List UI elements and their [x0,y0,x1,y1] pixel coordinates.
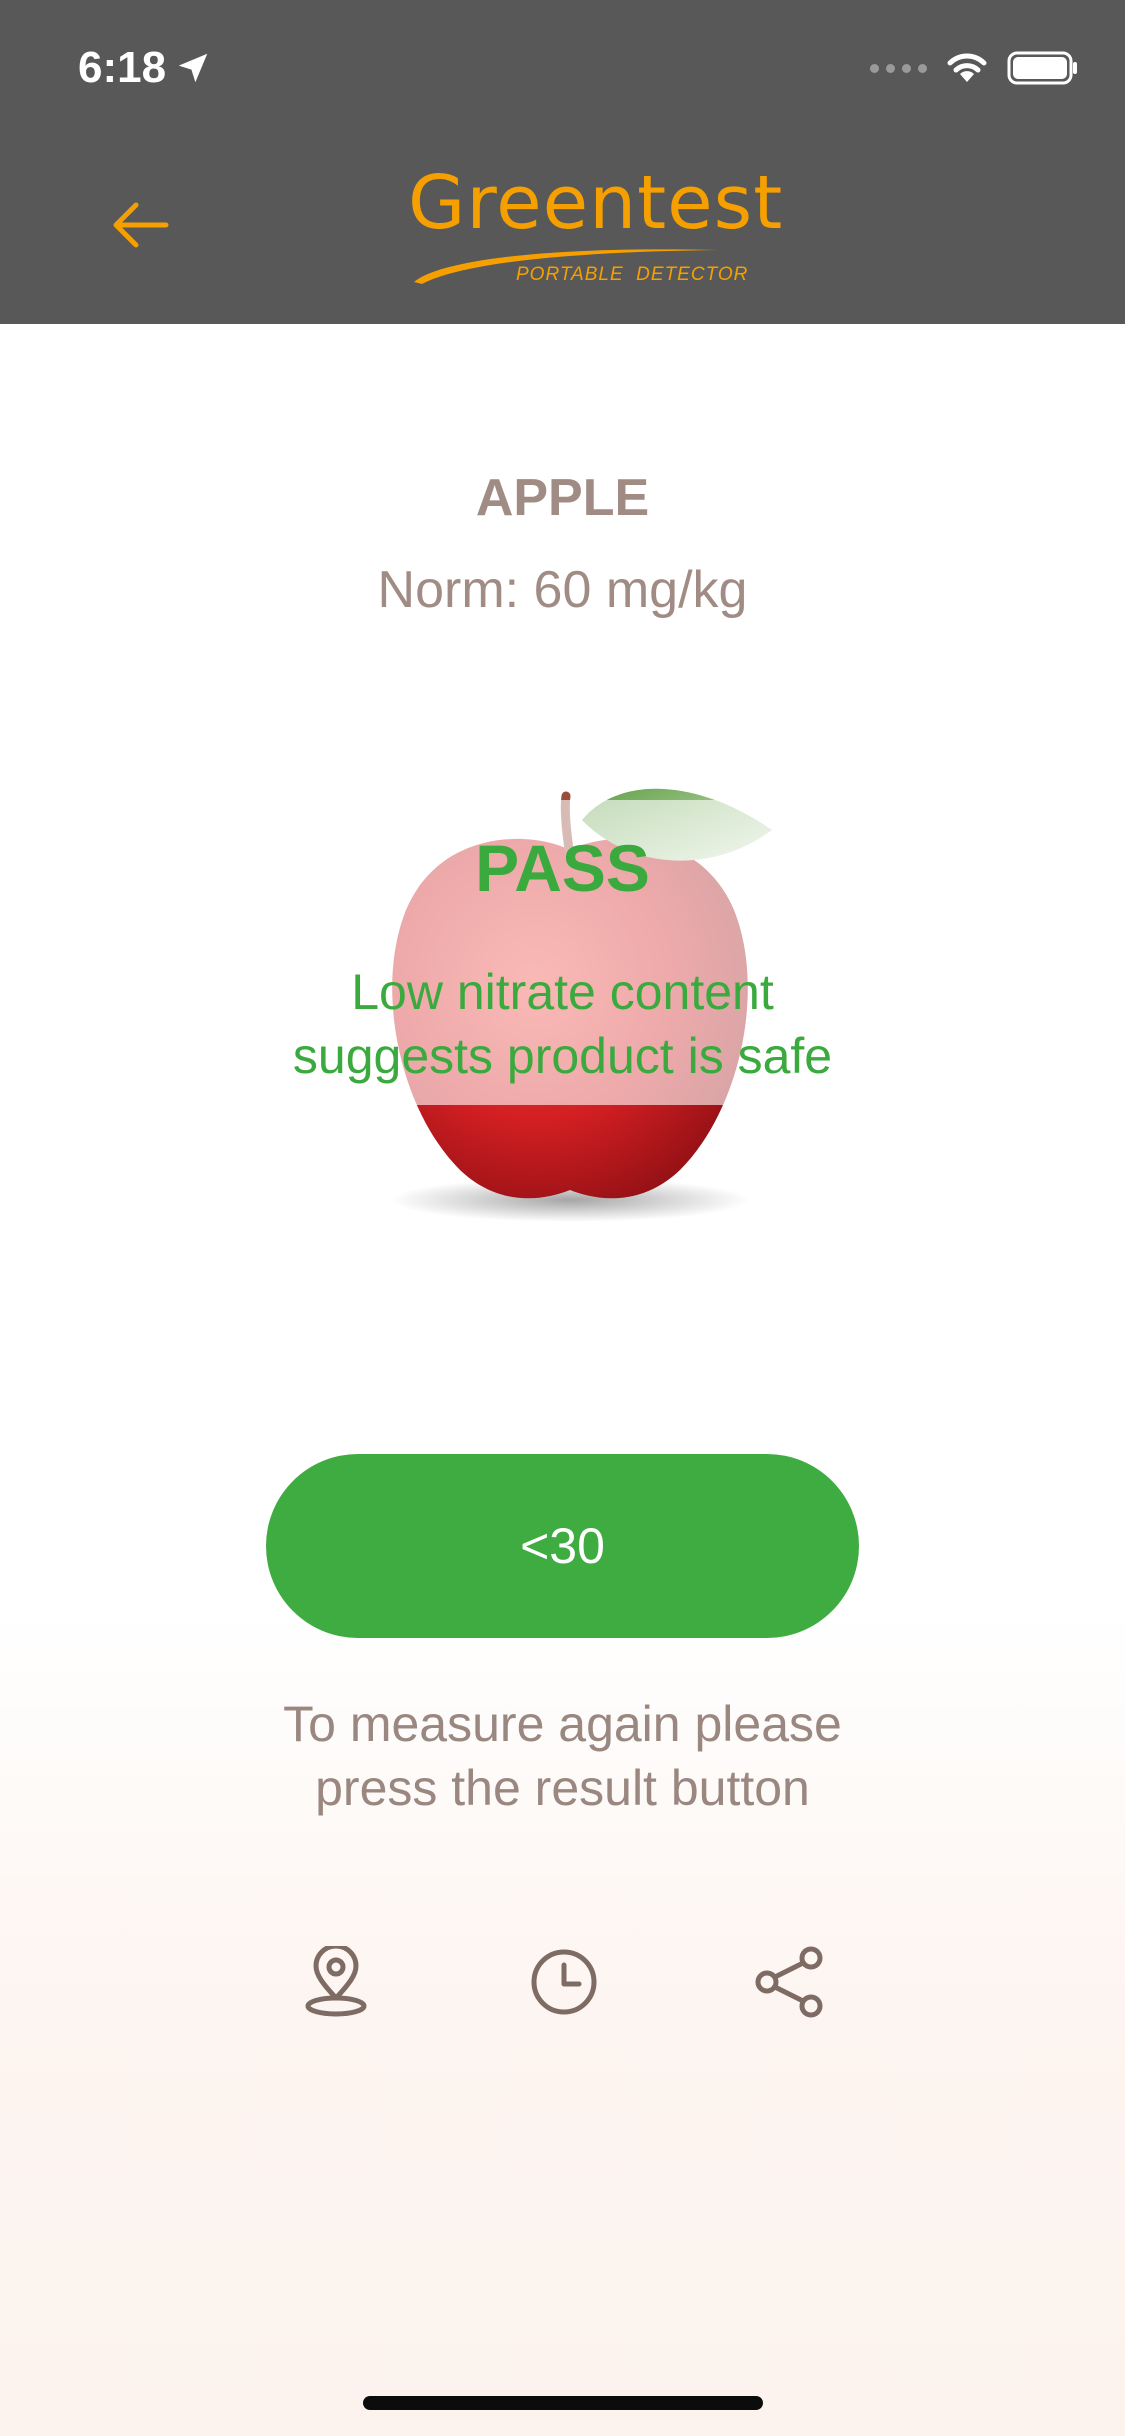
history-button[interactable] [528,1946,600,2018]
app-header: 6:18 Greentest PORTABLE DETECTOR [0,0,1125,324]
result-message: Low nitrate content suggests product is … [0,960,1125,1088]
location-button[interactable] [300,1946,372,2018]
wifi-icon [947,53,987,82]
result-status: PASS [475,831,650,905]
home-indicator[interactable] [363,2396,763,2410]
share-button[interactable] [753,1946,825,2018]
product-norm: Norm: 60 mg/kg [377,561,748,619]
hint-line1: To measure again please [283,1696,842,1752]
result-value: <30 [520,1518,605,1574]
location-arrow-icon [178,53,208,83]
cellular-signal-icon [870,63,927,73]
hint-line2: press the result button [315,1760,810,1816]
measure-again-hint: To measure again please press the result… [0,1692,1125,1820]
result-message-line1: Low nitrate content [351,964,774,1020]
back-button[interactable] [100,190,180,260]
share-icon [755,1946,823,2018]
status-time-label: 6:18 [78,43,167,92]
location-pin-icon [305,1946,367,2017]
greentest-logo: Greentest PORTABLE DETECTOR [400,160,782,300]
status-bar-indicators [870,50,1079,86]
result-message-line2: suggests product is safe [292,1028,833,1084]
battery-icon [1007,51,1077,85]
status-bar-time: 6:18 [78,38,212,98]
clock-icon [531,1949,597,2015]
logo-subtitle: PORTABLE DETECTOR [516,264,749,285]
product-name: APPLE [475,469,650,527]
back-arrow-icon [113,202,169,248]
result-button[interactable]: <30 [266,1454,859,1638]
